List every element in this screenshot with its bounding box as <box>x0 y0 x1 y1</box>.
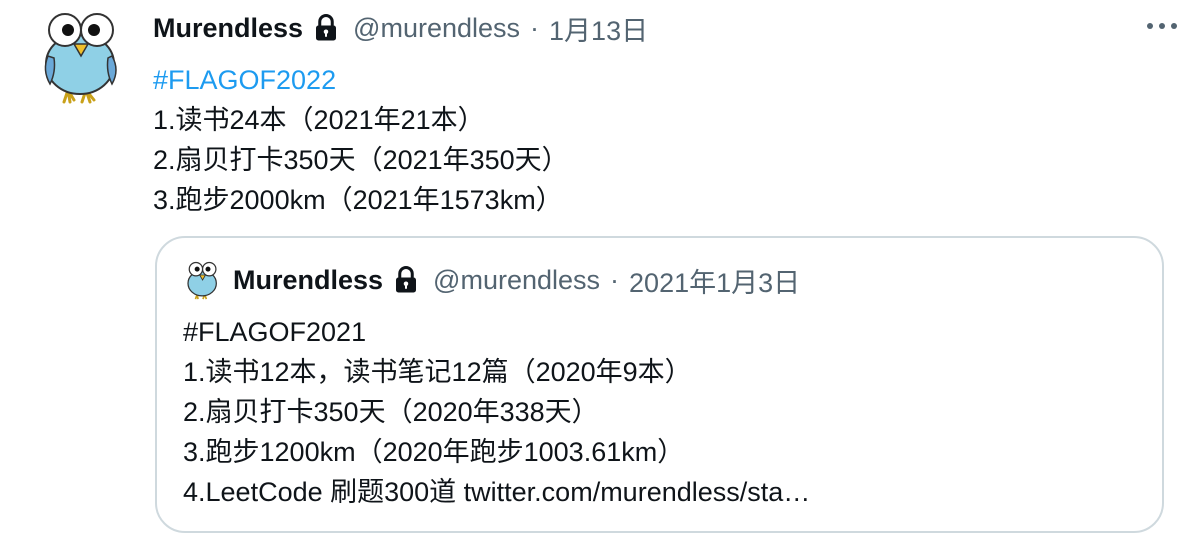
tweet-line: 3.跑步2000km（2021年1573km） <box>153 185 563 215</box>
quoted-tweet-line: 3.跑步1200km（2020年跑步1003.61km） <box>183 437 685 467</box>
lock-icon <box>316 14 337 41</box>
owl-avatar-icon[interactable] <box>40 8 124 104</box>
tweet-date[interactable]: 1月13日 <box>549 9 648 48</box>
quoted-tweet-body: #FLAGOF2021 1.读书12本，读书笔记12篇（2020年9本） 2.扇… <box>183 312 1143 512</box>
quoted-tweet-header: Murendless @murendless · 2021年1月3日 <box>185 260 800 300</box>
quoted-tweet-line: #FLAGOF2021 <box>183 317 367 347</box>
owl-avatar-icon <box>187 261 217 300</box>
quoted-author-name: Murendless <box>233 264 384 295</box>
tweet-body: #FLAGOF2022 1.读书24本（2021年21本） 2.扇贝打卡350天… <box>153 60 1163 220</box>
hashtag-link[interactable]: #FLAGOF2022 <box>153 60 1163 100</box>
quoted-tweet-line: 2.扇贝打卡350天（2020年338天） <box>183 397 599 427</box>
tweet-header: Murendless @murendless · 1月13日 <box>153 10 1163 46</box>
quoted-tweet-line: 1.读书12本，读书笔记12篇（2020年9本） <box>183 357 692 387</box>
tweet-line: 2.扇贝打卡350天（2021年350天） <box>153 145 569 175</box>
separator-dot: · <box>530 12 540 43</box>
tweet: Murendless @murendless · 1月13日 #FLAGOF20… <box>153 10 1163 220</box>
separator-dot: · <box>610 264 620 295</box>
quoted-tweet-date: 2021年1月3日 <box>629 267 801 298</box>
tweet-line: 1.读书24本（2021年21本） <box>153 105 485 135</box>
author-name[interactable]: Murendless <box>153 13 303 44</box>
lock-icon <box>396 266 417 293</box>
quoted-tweet-line: 4.LeetCode 刷题300道 twitter.com/murendless… <box>183 477 811 507</box>
more-horizontal-icon[interactable] <box>1144 14 1180 38</box>
quoted-tweet-card[interactable]: Murendless @murendless · 2021年1月3日 #FLAG… <box>155 236 1164 533</box>
quoted-author-handle: @murendless <box>433 264 601 295</box>
author-handle[interactable]: @murendless <box>353 13 520 44</box>
